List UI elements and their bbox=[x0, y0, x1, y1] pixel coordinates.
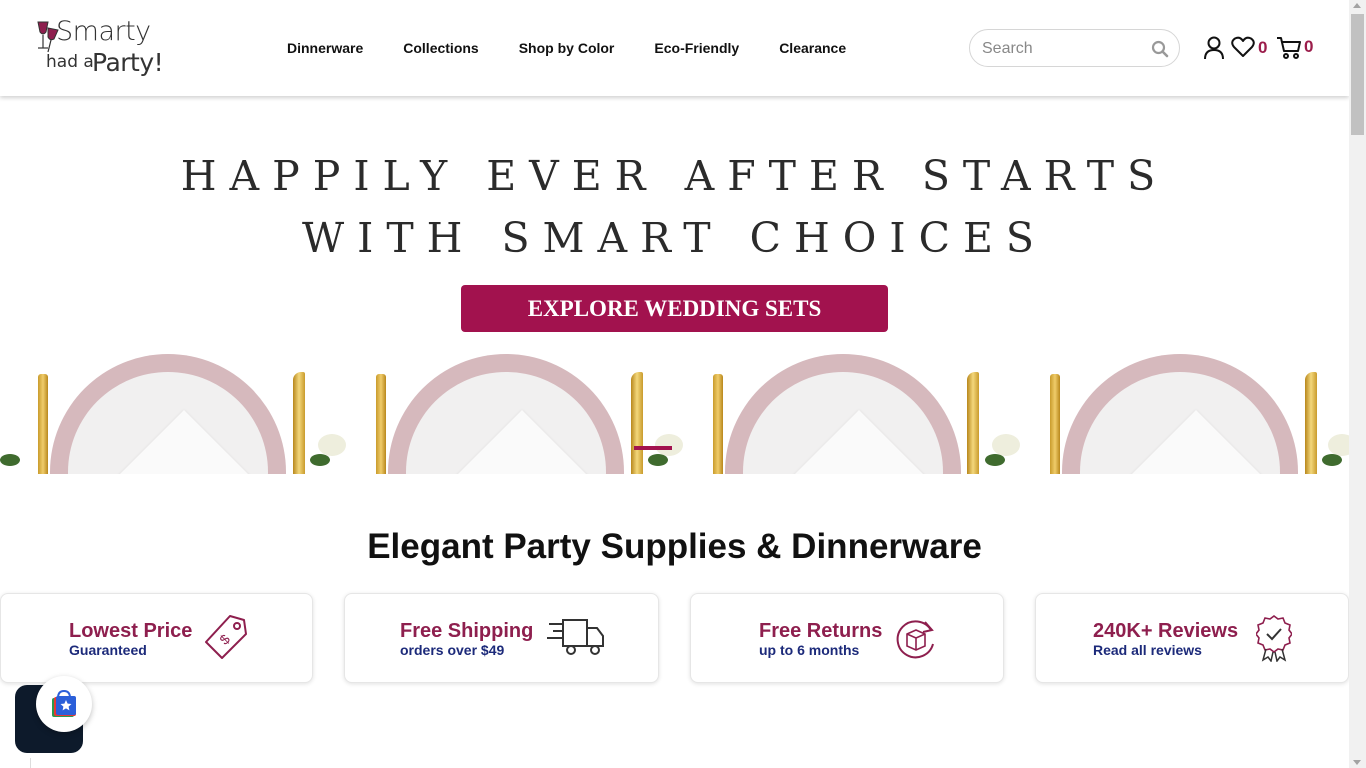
cart-icon[interactable] bbox=[1276, 36, 1302, 60]
nav-clearance[interactable]: Clearance bbox=[779, 40, 846, 56]
nav-collections[interactable]: Collections bbox=[403, 40, 478, 56]
wishlist-heart-icon[interactable] bbox=[1231, 36, 1255, 58]
search-icon[interactable] bbox=[1151, 40, 1169, 58]
scrollbar[interactable] bbox=[1349, 0, 1366, 768]
feature-card-reviews[interactable]: 240K+ Reviews Read all reviews bbox=[1035, 593, 1349, 683]
feature-card-free-shipping[interactable]: Free Shipping orders over $49 bbox=[344, 593, 659, 683]
feature-title: 240K+ Reviews bbox=[1093, 620, 1239, 642]
explore-wedding-sets-button[interactable]: EXPLORE WEDDING SETS bbox=[461, 285, 888, 332]
search-box bbox=[969, 29, 1180, 67]
scroll-thumb[interactable] bbox=[1351, 14, 1364, 135]
hero-headline-line1: HAPPILY EVER AFTER STARTS bbox=[180, 152, 1169, 200]
account-icon[interactable] bbox=[1203, 36, 1225, 60]
logo-text: Party! bbox=[92, 48, 164, 77]
nav-eco-friendly[interactable]: Eco-Friendly bbox=[654, 40, 739, 56]
reviews-widget-button[interactable] bbox=[36, 676, 92, 732]
divider bbox=[30, 758, 31, 768]
page: Smarty had a Party! Dinnerware Collectio… bbox=[0, 0, 1349, 768]
hero-banner[interactable]: HAPPILY EVER AFTER STARTS WITH SMART CHO… bbox=[0, 96, 1349, 474]
feature-title: Free Shipping bbox=[400, 620, 534, 642]
main-nav: Dinnerware Collections Shop by Color Eco… bbox=[287, 40, 886, 56]
feature-card-free-returns[interactable]: Free Returns up to 6 months bbox=[690, 593, 1004, 683]
feature-subtitle: up to 6 months bbox=[759, 642, 860, 658]
slider-indicator[interactable] bbox=[634, 446, 672, 450]
site-header: Smarty had a Party! Dinnerware Collectio… bbox=[0, 0, 1349, 96]
feature-subtitle: orders over $49 bbox=[400, 642, 505, 658]
svg-text:$: $ bbox=[216, 631, 233, 648]
shopping-bag-star-icon bbox=[52, 689, 76, 717]
scroll-up-arrow[interactable] bbox=[1353, 3, 1361, 8]
hero-headline-line2: WITH SMART CHOICES bbox=[302, 214, 1047, 262]
logo-text: had a bbox=[46, 52, 94, 72]
feature-title: Free Returns bbox=[759, 620, 883, 642]
section-title: Elegant Party Supplies & Dinnerware bbox=[367, 527, 982, 566]
feature-subtitle: Guaranteed bbox=[69, 642, 147, 658]
return-box-icon bbox=[896, 620, 934, 659]
truck-icon bbox=[547, 619, 604, 655]
nav-dinnerware[interactable]: Dinnerware bbox=[287, 40, 363, 56]
wishlist-count: 0 bbox=[1258, 38, 1268, 57]
feature-title: Lowest Price bbox=[69, 620, 193, 642]
site-logo[interactable]: Smarty had a Party! bbox=[34, 12, 164, 82]
nav-shop-by-color[interactable]: Shop by Color bbox=[519, 40, 615, 56]
cart-count: 0 bbox=[1304, 37, 1314, 56]
scroll-down-arrow[interactable] bbox=[1353, 760, 1361, 765]
price-tag-icon: $ bbox=[205, 615, 247, 659]
award-ribbon-icon bbox=[1256, 615, 1292, 662]
feature-subtitle: Read all reviews bbox=[1093, 642, 1202, 658]
logo-text: Smarty bbox=[56, 16, 151, 47]
feature-strip: Lowest Price Guaranteed $ Free Shipping … bbox=[0, 593, 1349, 683]
search-input[interactable] bbox=[982, 39, 1142, 59]
feature-card-lowest-price[interactable]: Lowest Price Guaranteed $ bbox=[0, 593, 313, 683]
